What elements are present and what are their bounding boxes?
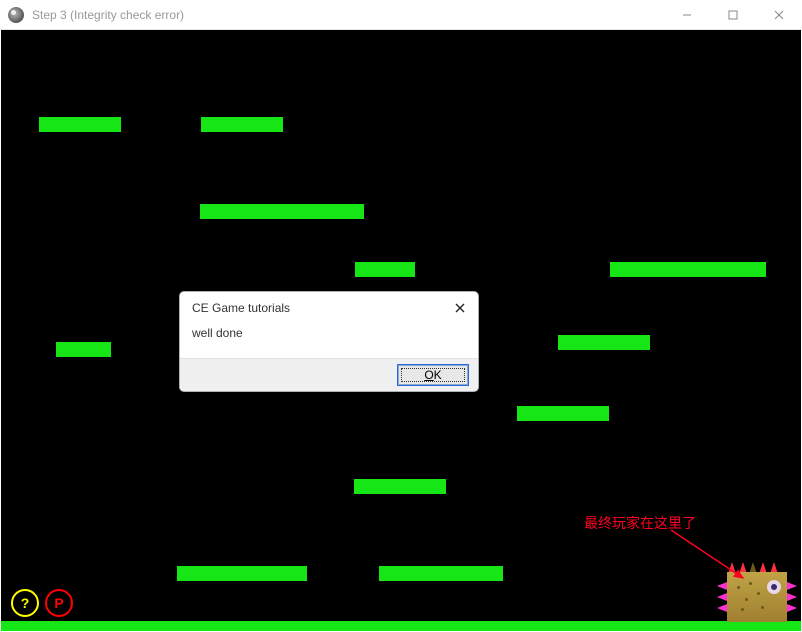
close-button[interactable]: [756, 0, 802, 30]
dialog-close-button[interactable]: [452, 300, 468, 316]
monster-eye: [767, 580, 781, 594]
p-button[interactable]: P: [45, 589, 73, 617]
platform: [201, 117, 283, 132]
message-dialog: CE Game tutorials well done OK: [179, 291, 479, 392]
dialog-message: well done: [192, 326, 243, 340]
platform: [56, 342, 111, 357]
annotation-text: 最终玩家在这里了: [584, 513, 696, 533]
p-button-label: P: [54, 595, 63, 611]
platform: [379, 566, 503, 581]
ok-button-rest: K: [434, 368, 442, 382]
platform: [517, 406, 609, 421]
monster-sprite: [721, 572, 793, 622]
monster-body: [727, 572, 787, 622]
ok-button[interactable]: OK: [398, 365, 468, 385]
maximize-button[interactable]: [710, 0, 756, 30]
dialog-footer: OK: [180, 358, 478, 391]
monster-right-spikes: [787, 580, 797, 614]
platform: [39, 117, 121, 132]
window-controls: [664, 0, 802, 30]
help-button-label: ?: [21, 595, 30, 611]
dialog-body: well done: [180, 322, 478, 358]
game-viewport: ? P 最终玩家在这里了 CE Game tu: [1, 30, 801, 631]
window-title: Step 3 (Integrity check error): [32, 8, 184, 22]
app-icon: [8, 7, 24, 23]
platform: [354, 479, 446, 494]
platform: [200, 204, 364, 219]
help-button[interactable]: ?: [11, 589, 39, 617]
platform: [558, 335, 650, 350]
monster-left-spikes: [717, 580, 727, 614]
minimize-button[interactable]: [664, 0, 710, 30]
ok-button-accel: O: [424, 368, 433, 382]
dialog-header: CE Game tutorials: [180, 292, 478, 322]
ground-platform: [1, 621, 801, 631]
platform: [177, 566, 307, 581]
platform: [610, 262, 766, 277]
platform: [355, 262, 415, 277]
dialog-title: CE Game tutorials: [192, 301, 290, 315]
window-titlebar: Step 3 (Integrity check error): [0, 0, 802, 30]
